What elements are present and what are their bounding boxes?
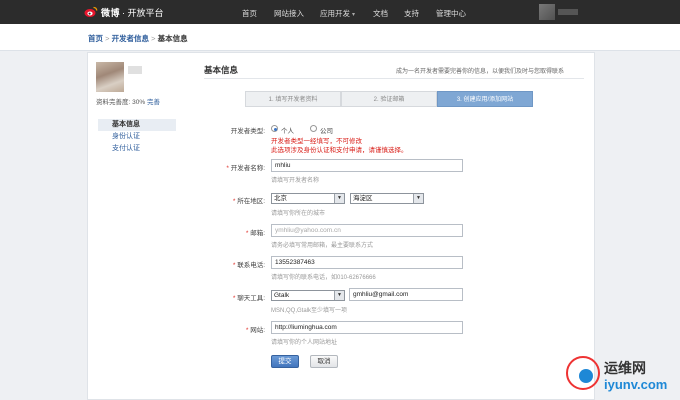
brand-subtitle: · 开放平台: [122, 7, 164, 18]
chevron-down-icon: ▼: [334, 291, 344, 300]
website-label-text: 网站:: [250, 327, 265, 334]
breadcrumb-home[interactable]: 首页: [88, 34, 103, 43]
radio-company-label: 公司: [320, 128, 333, 135]
developer-avatar: [96, 62, 124, 92]
dev-type-label: 开发者类型:: [230, 128, 265, 135]
top-navigation-bar: 微博 · 开放平台 首页 网站接入 应用开发 ▾ 文档 支持 管理中心: [0, 0, 680, 24]
chevron-down-icon: ▼: [413, 194, 423, 203]
sidebar-menu: 基本信息 身份认证 支付认证: [98, 119, 176, 155]
radio-personal-label: 个人: [281, 128, 294, 135]
user-avatar[interactable]: [539, 4, 555, 20]
chat-tool-hint: MSN,QQ,Gtalk至少填写一项: [271, 308, 348, 314]
profile-completeness: 资料完善度: 30% 完善: [96, 96, 160, 106]
breadcrumb-separator: >: [149, 34, 158, 43]
watermark-en-text: iyunv.com: [604, 377, 668, 392]
nav-docs[interactable]: 文档: [373, 8, 388, 19]
brand-name: 微博: [101, 7, 121, 18]
developer-name-blurred: [128, 66, 142, 74]
user-name-blurred[interactable]: [558, 9, 578, 15]
region-hint: 请填写你所在的城市: [271, 211, 326, 217]
dev-name-label: * 开发者名称:: [205, 162, 265, 172]
website-input[interactable]: http://liuminghua.com: [271, 321, 463, 334]
section-divider: [204, 78, 584, 79]
nav-admin-center[interactable]: 管理中心: [436, 8, 466, 19]
radio-personal[interactable]: [271, 125, 278, 132]
email-label-text: 邮箱:: [250, 230, 265, 237]
complete-profile-link[interactable]: 完善: [147, 99, 160, 106]
progress-steps: 1. 填写开发者资料 2. 验证邮箱 3. 创建应用/添加网站: [245, 91, 533, 107]
radio-company[interactable]: [310, 125, 317, 132]
phone-input[interactable]: 13552387463: [271, 256, 463, 269]
phone-hint: 请填写你的联系电话，如010-62676666: [271, 275, 376, 281]
chat-tool-selected-value: Gtalk: [274, 292, 290, 299]
cancel-button[interactable]: 取消: [310, 355, 338, 368]
submit-button[interactable]: 提交: [271, 355, 299, 368]
region-label-text: 所在地区:: [237, 198, 265, 205]
sidebar-item-payment-verification[interactable]: 支付认证: [98, 143, 176, 155]
dev-name-input[interactable]: mhliu: [271, 159, 463, 172]
email-input[interactable]: ymhliu@yahoo.com.cn: [271, 224, 463, 237]
section-title: 基本信息: [204, 65, 239, 75]
nav-site-integration[interactable]: 网站接入: [274, 8, 304, 19]
completeness-label: 资料完善度: 30%: [96, 99, 146, 106]
breadcrumb-bar: 首页 > 开发者信息 > 基本信息: [0, 24, 680, 51]
breadcrumb-developer-info[interactable]: 开发者信息: [112, 34, 150, 43]
province-select[interactable]: 北京 ▼: [271, 193, 345, 204]
site-watermark: 运维网 iyunv.com: [564, 352, 680, 398]
dev-type-warning-2: 此选项涉及身份认证和支付申请，请谨慎选择。: [271, 147, 408, 154]
nav-app-dev-label: 应用开发: [320, 9, 350, 18]
chat-account-input[interactable]: gmhliu@gmail.com: [349, 288, 463, 301]
sidebar-item-basic-info[interactable]: 基本信息: [98, 119, 176, 131]
dev-name-hint: 请填写开发者名称: [271, 178, 320, 184]
phone-label: * 联系电话:: [205, 259, 265, 269]
step-verify-email: 2. 验证邮箱: [341, 91, 437, 107]
email-label: * 邮箱:: [205, 227, 265, 237]
sidebar-item-identity-verification[interactable]: 身份认证: [98, 131, 176, 143]
nav-support[interactable]: 支持: [404, 8, 419, 19]
watermark-logo-center: [579, 369, 593, 383]
weibo-logo[interactable]: 微博 · 开放平台: [84, 5, 164, 19]
dev-name-label-text: 开发者名称:: [230, 165, 265, 172]
breadcrumb: 首页 > 开发者信息 > 基本信息: [88, 33, 188, 44]
nav-home[interactable]: 首页: [242, 8, 257, 19]
chevron-down-icon: ▾: [352, 12, 356, 18]
breadcrumb-separator: >: [103, 34, 112, 43]
step-create-app: 3. 创建应用/添加网站: [437, 91, 533, 107]
step-fill-profile: 1. 填写开发者资料: [245, 91, 341, 107]
chevron-down-icon: ▼: [334, 194, 344, 203]
chat-tool-label-text: 聊天工具:: [237, 295, 265, 302]
weibo-eye-icon: [84, 6, 98, 18]
chat-tool-select[interactable]: Gtalk ▼: [271, 290, 345, 301]
watermark-cn-text: 运维网: [604, 360, 646, 376]
district-selected-value: 海淀区: [353, 195, 373, 202]
district-select[interactable]: 海淀区 ▼: [350, 193, 424, 204]
breadcrumb-current: 基本信息: [157, 34, 188, 43]
province-selected-value: 北京: [274, 195, 287, 202]
nav-app-dev[interactable]: 应用开发 ▾: [320, 8, 355, 19]
section-description: 成为一名开发者需要完善你的信息，以便我们及时与您取得联系: [396, 69, 565, 75]
chat-tool-label: * 聊天工具:: [205, 292, 265, 302]
region-label: * 所在地区:: [205, 195, 265, 205]
phone-label-text: 联系电话:: [237, 262, 265, 269]
email-hint: 请务必填写常用邮箱，最主要联系方式: [271, 243, 374, 249]
website-hint: 请填写你的个人网站地址: [271, 340, 338, 346]
website-label: * 网站:: [205, 324, 265, 334]
watermark-logo-icon: [566, 356, 600, 390]
